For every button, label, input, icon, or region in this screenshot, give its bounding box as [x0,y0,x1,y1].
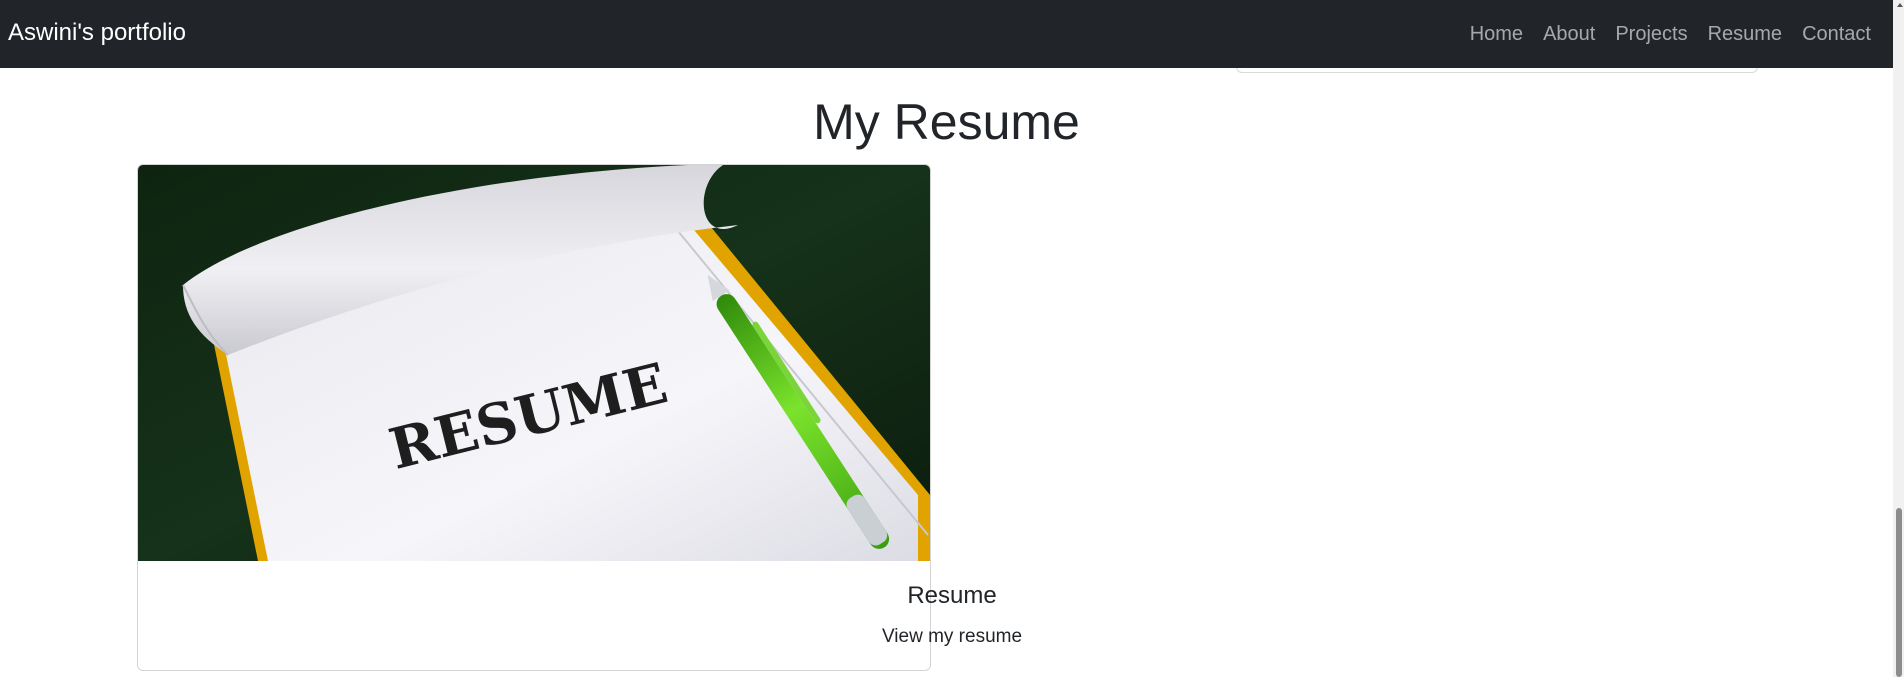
card-text: View my resume [881,626,1023,647]
brand-link[interactable]: Aswini's portfolio [8,0,186,68]
nav-links: Home About Projects Resume Contact [1460,0,1871,68]
card-title: Resume [907,582,997,609]
top-navbar: Aswini's portfolio Home About Projects R… [0,0,1893,68]
page-title: My Resume [813,94,1080,150]
nav-link-about[interactable]: About [1533,1,1605,67]
resume-image[interactable]: RESUME [138,165,930,561]
nav-link-contact[interactable]: Contact [1792,1,1871,67]
nav-link-resume[interactable]: Resume [1698,1,1792,67]
scrollbar-thumb[interactable] [1896,508,1902,677]
scroll-up-arrow-icon[interactable] [1897,3,1903,7]
nav-link-home[interactable]: Home [1460,1,1533,67]
nav-link-projects[interactable]: Projects [1605,1,1697,67]
